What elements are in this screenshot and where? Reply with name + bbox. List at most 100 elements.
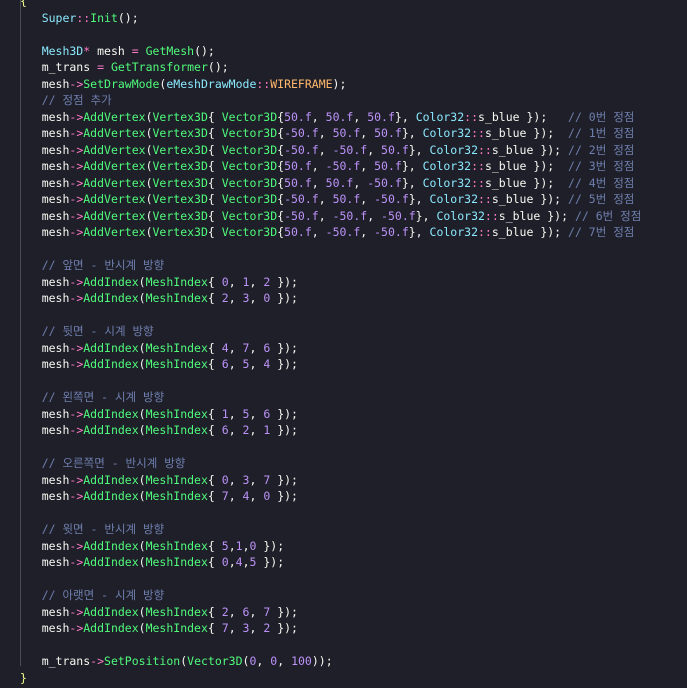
code-token: { — [207, 291, 222, 305]
code-token: , — [311, 159, 326, 173]
code-token: ( — [138, 423, 146, 437]
code-token: // 2번 정점 — [568, 142, 635, 157]
code-token: -> — [69, 621, 84, 635]
code-token: Color32 — [422, 159, 472, 173]
code-token: , — [367, 142, 382, 157]
code-token: , — [318, 208, 333, 223]
code-token: Super — [14, 10, 77, 25]
code-line[interactable]: // 뒷면 - 시계 방향 — [14, 323, 154, 339]
code-token: { — [207, 109, 222, 124]
code-token: { — [20, 0, 27, 8]
code-token: }); — [526, 126, 569, 140]
code-token: -> — [69, 538, 84, 553]
code-line[interactable]: mesh->AddVertex(Vertex3D{ Vector3D{-50.f… — [14, 142, 635, 158]
code-line[interactable]: { — [20, 0, 27, 9]
code-line[interactable]: // 오른쪽면 - 반시계 방향 — [14, 455, 186, 471]
code-token: Vector3D — [187, 654, 243, 668]
code-line[interactable]: mesh->AddVertex(Vertex3D{ Vector3D{-50.f… — [14, 191, 635, 207]
code-line[interactable]: m_trans = GetTransformer(); — [14, 59, 229, 75]
code-token: mesh — [14, 126, 70, 140]
code-line[interactable]: mesh->AddIndex(MeshIndex{ 2, 3, 0 }); — [14, 290, 298, 306]
code-token: AddIndex — [83, 423, 139, 437]
code-line[interactable]: mesh->AddIndex(MeshIndex{ 2, 6, 7 }); — [14, 604, 298, 620]
code-token: MeshIndex — [145, 274, 208, 289]
code-token: }); — [526, 175, 569, 190]
code-token: 0 — [221, 472, 229, 487]
code-line[interactable]: } — [20, 670, 27, 686]
code-token: , — [249, 423, 264, 437]
code-line[interactable]: mesh->AddVertex(Vertex3D{ Vector3D{50.f,… — [14, 175, 635, 191]
code-token: Vertex3D — [152, 159, 208, 173]
code-token: }); — [526, 159, 569, 173]
code-line[interactable]: mesh->AddIndex(MeshIndex{ 7, 3, 2 }); — [14, 620, 298, 636]
code-token: -> — [69, 472, 84, 487]
code-token: -50.f — [284, 192, 319, 206]
code-token: mesh — [14, 109, 70, 124]
code-token: ( — [138, 604, 146, 619]
code-line[interactable]: mesh->SetDrawMode(eMeshDrawMode::WIREFRA… — [14, 76, 347, 92]
code-token: , — [311, 109, 326, 124]
code-token: }); — [519, 109, 569, 124]
code-token: { — [207, 604, 222, 619]
code-line[interactable]: mesh->AddIndex(MeshIndex{ 5,1,0 }); — [14, 538, 284, 554]
code-line[interactable]: mesh->AddIndex(MeshIndex{ 6, 5, 4 }); — [14, 356, 298, 372]
code-line[interactable]: mesh->AddVertex(Vertex3D{ Vector3D{-50.f… — [14, 208, 642, 224]
code-line[interactable]: m_trans->SetPosition(Vector3D(0, 0, 100)… — [14, 653, 333, 669]
code-token: , — [228, 555, 236, 569]
code-token: Color32 — [422, 175, 472, 190]
code-token: }); — [256, 555, 285, 569]
code-token: , — [228, 423, 243, 437]
code-token: -> — [69, 340, 84, 355]
code-token: AddIndex — [83, 340, 139, 355]
code-token: -> — [69, 208, 84, 223]
code-line[interactable]: mesh->AddIndex(MeshIndex{ 0,4,5 }); — [14, 554, 284, 570]
code-token: MeshIndex — [145, 555, 208, 569]
code-token: // 1번 정점 — [568, 126, 635, 140]
code-token: -50.f — [374, 192, 409, 206]
code-token: , — [249, 340, 264, 355]
code-line[interactable]: // 왼쪽면 - 시계 방향 — [14, 389, 165, 405]
code-token: , — [228, 291, 243, 305]
code-line[interactable]: mesh->AddIndex(MeshIndex{ 6, 2, 1 }); — [14, 422, 298, 438]
code-line[interactable]: mesh->AddIndex(MeshIndex{ 7, 4, 0 }); — [14, 488, 298, 504]
code-line[interactable]: // 아랫면 - 시계 방향 — [14, 587, 165, 603]
code-line[interactable]: mesh->AddVertex(Vertex3D{ Vector3D{50.f,… — [14, 224, 635, 240]
code-token: :: — [484, 208, 499, 223]
code-token: = — [97, 60, 105, 74]
code-token: Mesh3D — [14, 43, 84, 58]
code-line[interactable]: Mesh3D* mesh = GetMesh(); — [14, 43, 215, 59]
code-line[interactable]: // 윗면 - 반시계 방향 — [14, 521, 165, 537]
code-token: }); — [533, 142, 569, 157]
code-token: AddIndex — [83, 538, 139, 553]
code-line[interactable]: // 정점 추가 — [14, 92, 112, 108]
code-line[interactable]: mesh->AddVertex(Vertex3D{ Vector3D{50.f,… — [14, 158, 635, 174]
code-token: 50.f — [284, 159, 312, 173]
code-token: s_blue — [484, 175, 527, 190]
code-line[interactable]: Super::Init(); — [14, 10, 139, 26]
code-token: MeshIndex — [145, 621, 208, 635]
code-token: s_blue — [491, 225, 534, 239]
code-token: 7 — [221, 489, 229, 503]
code-token: Color32 — [415, 109, 465, 124]
code-line[interactable]: mesh->AddIndex(MeshIndex{ 0, 1, 2 }); — [14, 274, 298, 290]
code-line[interactable]: // 앞면 - 반시계 방향 — [14, 257, 165, 273]
code-token: }); — [270, 291, 298, 305]
code-token: , — [242, 538, 250, 553]
code-token: ( — [138, 291, 146, 305]
code-editor[interactable]: { Super::Init(); Mesh3D* mesh = GetMesh(… — [0, 0, 687, 688]
code-token: { — [207, 175, 222, 190]
code-token: :: — [256, 76, 271, 91]
code-token: -> — [69, 555, 84, 569]
code-token: :: — [76, 10, 91, 25]
code-token: mesh — [14, 142, 70, 157]
code-token: { — [207, 423, 222, 437]
code-line[interactable]: mesh->AddIndex(MeshIndex{ 1, 5, 6 }); — [14, 406, 298, 422]
code-token: Vector3D — [221, 225, 278, 239]
code-line[interactable]: mesh->AddIndex(MeshIndex{ 4, 7, 6 }); — [14, 340, 298, 356]
code-token: AddIndex — [83, 555, 139, 569]
code-line[interactable]: mesh->AddIndex(MeshIndex{ 0, 3, 7 }); — [14, 472, 298, 488]
code-line[interactable]: mesh->AddVertex(Vertex3D{ Vector3D{50.f,… — [14, 109, 635, 125]
code-token: }); — [270, 423, 298, 437]
code-line[interactable]: mesh->AddVertex(Vertex3D{ Vector3D{-50.f… — [14, 125, 635, 141]
